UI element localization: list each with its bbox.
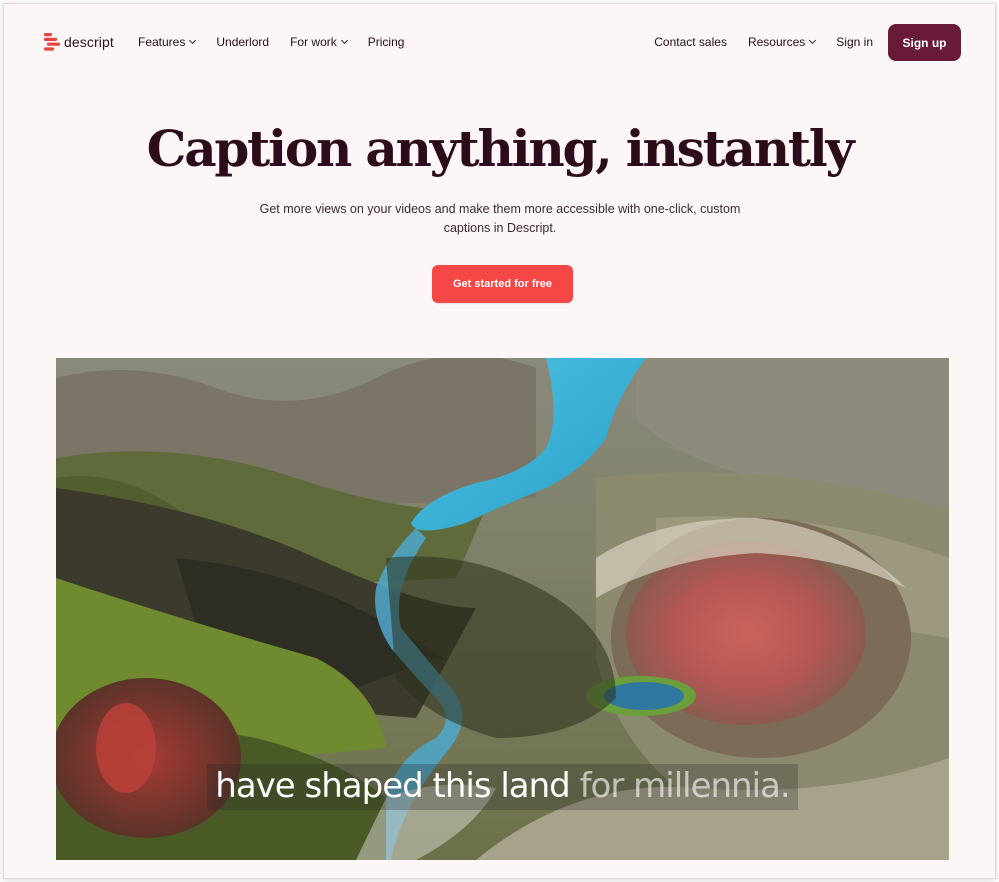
hero-title: Caption anything, instantly xyxy=(146,119,855,178)
chevron-down-icon xyxy=(189,36,197,45)
nav-pricing[interactable]: Pricing xyxy=(368,35,405,49)
nav-for-work-label: For work xyxy=(290,35,337,49)
secondary-nav: Contact sales Resources Sign in xyxy=(654,35,873,49)
nav-underlord[interactable]: Underlord xyxy=(216,35,269,49)
chevron-down-icon xyxy=(809,36,817,45)
nav-for-work[interactable]: For work xyxy=(290,35,348,49)
top-navigation: descript Features Underlord For work Pri… xyxy=(4,4,995,84)
nav-underlord-label: Underlord xyxy=(216,35,270,49)
hero-subtitle: Get more views on your videos and make t… xyxy=(259,202,741,235)
brand-name: descript xyxy=(64,34,114,50)
browser-viewport: descript Features Underlord For work Pri… xyxy=(3,3,996,879)
nav-sign-in[interactable]: Sign in xyxy=(836,35,873,49)
chevron-down-icon xyxy=(340,36,348,45)
nav-resources[interactable]: Resources xyxy=(747,35,817,49)
nav-contact-sales[interactable]: Contact sales xyxy=(654,35,727,49)
nav-sign-in-label: Sign in xyxy=(836,35,873,49)
nav-features-label: Features xyxy=(138,35,186,49)
sign-up-button[interactable]: Sign up xyxy=(888,24,961,61)
caption-upcoming-text: for millennia. xyxy=(579,766,791,806)
descript-logo-icon xyxy=(44,33,60,51)
nav-features[interactable]: Features xyxy=(138,35,197,49)
nav-pricing-label: Pricing xyxy=(367,35,405,49)
descript-logo[interactable]: descript xyxy=(44,33,114,51)
primary-nav: Features Underlord For work Pricing xyxy=(138,35,404,49)
caption-box: have shaped this land for millennia. xyxy=(207,764,798,810)
caption-spoken-text: have shaped this land xyxy=(215,766,570,806)
hero-video[interactable]: have shaped this land for millennia. xyxy=(56,358,949,860)
nav-resources-label: Resources xyxy=(747,35,806,49)
video-caption: have shaped this land for millennia. xyxy=(56,764,949,810)
get-started-button[interactable]: Get started for free xyxy=(432,265,573,303)
nav-contact-sales-label: Contact sales xyxy=(654,35,727,49)
